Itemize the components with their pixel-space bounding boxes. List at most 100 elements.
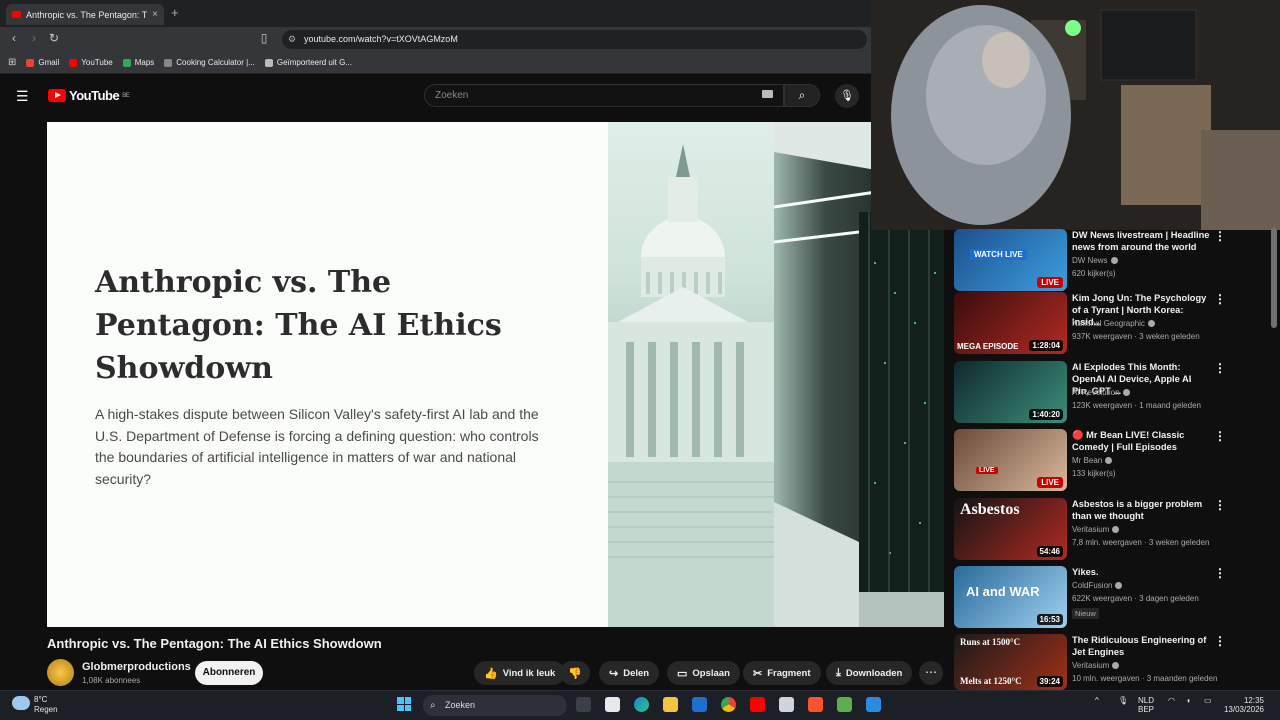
windows-taskbar: 8°C Regen ⌕ Zoeken ^ 🎙 NLD BEP ◠ ◖ ▭ 12:35…	[0, 690, 1280, 720]
channel-avatar[interactable]	[47, 659, 74, 686]
share-button[interactable]: ↪ Delen	[599, 661, 660, 685]
keyboard-icon[interactable]	[762, 90, 773, 98]
wifi-icon[interactable]: ◠	[1168, 696, 1175, 705]
video-thumbnail[interactable]: 1:40:20	[954, 361, 1067, 423]
search-input[interactable]: Zoeken	[424, 84, 784, 107]
recommendation-item[interactable]: Runs at 1500°C Melts at 1250°C 39:24 The Ri…	[954, 634, 1226, 690]
save-button[interactable]: ▭ Opslaan	[667, 661, 740, 685]
video-player[interactable]: Anthropic vs. The Pentagon: The AI Ethic…	[47, 122, 944, 627]
recommendation-item[interactable]: Asbestos 54:46 Asbestos is a bigger proble…	[954, 498, 1226, 560]
video-thumbnail[interactable]: MEGA EPISODE 1:28:04	[954, 292, 1067, 354]
recommendation-item[interactable]: 1:40:20 AI Explodes This Month: OpenAI AI…	[954, 361, 1226, 423]
recommendation-title[interactable]: The Ridiculous Engineering of Jet Engine…	[1072, 634, 1210, 658]
scrollbar[interactable]	[1271, 228, 1277, 328]
dislike-button[interactable]: 👎	[560, 661, 590, 685]
taskbar-search[interactable]: ⌕ Zoeken	[423, 695, 567, 716]
clip-button[interactable]: ✂ Fragment	[743, 661, 821, 685]
bookmark-folder-imported[interactable]: Geïmporteerd uit G...	[264, 58, 352, 67]
bookmark-youtube[interactable]: YouTube	[69, 58, 113, 67]
edge-browser-icon[interactable]	[634, 697, 649, 712]
recommendation-item[interactable]: LIVE LIVE 🔴 Mr Bean LIVE! Classic Comedy |…	[954, 429, 1226, 491]
download-button[interactable]: ⤓ Downloaden	[826, 661, 913, 685]
video-duration: 54:46	[1036, 546, 1063, 557]
browser-tab-strip: Anthropic vs. The Pentagon: T × +	[0, 0, 871, 27]
file-explorer-icon[interactable]	[663, 697, 678, 712]
microphone-tray-icon[interactable]: 🎙	[1118, 696, 1128, 705]
more-actions-button[interactable]: ⋯	[919, 661, 943, 685]
recommendation-title[interactable]: 🔴 Mr Bean LIVE! Classic Comedy | Full Ep…	[1072, 429, 1210, 453]
more-options-icon[interactable]: ⋮	[1214, 361, 1226, 375]
bookmark-maps[interactable]: Maps	[122, 58, 154, 67]
apps-grid-icon[interactable]: ⊞	[8, 57, 16, 68]
bookmark-gmail[interactable]: Gmail	[26, 58, 59, 67]
thumbnail-overlay-text: LIVE	[976, 467, 998, 474]
recommendation-item[interactable]: WATCH LIVE LIVE DW News livestream | Headl…	[954, 229, 1226, 291]
like-button[interactable]: 👍 Vind ik leuk	[474, 661, 566, 685]
more-options-icon[interactable]: ⋮	[1214, 292, 1226, 306]
verified-icon	[1112, 662, 1120, 670]
tab-title: Anthropic vs. The Pentagon: T	[26, 9, 148, 20]
verified-icon	[1112, 526, 1120, 534]
video-thumbnail[interactable]: WATCH LIVE LIVE	[954, 229, 1067, 291]
url-field[interactable]: ⚙ youtube.com/watch?v=tXOVtAGMzoM	[282, 30, 867, 49]
volume-icon[interactable]: ◖	[1186, 696, 1191, 705]
bookmark-icon[interactable]: ▯	[256, 31, 272, 45]
search-button[interactable]: ⌕	[784, 84, 820, 107]
subscribe-button[interactable]: Abonneren	[195, 661, 263, 685]
recommendation-title[interactable]: Yikes.	[1072, 566, 1210, 578]
voice-search-button[interactable]: 🎙	[835, 84, 859, 108]
youtube-logo[interactable]: YouTube BE	[48, 88, 130, 103]
task-view-icon[interactable]	[576, 697, 591, 712]
new-tab-button[interactable]: +	[171, 5, 179, 20]
tray-overflow-icon[interactable]: ^	[1095, 696, 1099, 705]
channel-name: Veritasium	[1072, 525, 1110, 534]
recommendation-title[interactable]: Asbestos is a bigger problem than we tho…	[1072, 498, 1210, 522]
more-options-icon[interactable]: ⋮	[1214, 566, 1226, 580]
back-icon[interactable]: ‹	[6, 31, 22, 45]
channel-name[interactable]: Globmerproductions	[82, 661, 191, 673]
recommendation-channel[interactable]: National Geographic	[1072, 319, 1155, 328]
video-thumbnail[interactable]: LIVE LIVE	[954, 429, 1067, 491]
tab-close-icon[interactable]: ×	[152, 9, 158, 20]
browser-tab[interactable]: Anthropic vs. The Pentagon: T ×	[6, 4, 164, 25]
windows-start-icon[interactable]	[397, 697, 411, 711]
brave-browser-icon[interactable]	[808, 697, 823, 712]
recommendation-channel[interactable]: Veritasium	[1072, 525, 1120, 534]
recommendation-item[interactable]: AI and WAR 16:53 Yikes. ColdFusion 622K weer…	[954, 566, 1226, 628]
recommendation-channel[interactable]: AI Revolution	[1072, 388, 1130, 397]
site-info-icon[interactable]: ⚙	[288, 30, 296, 49]
recommendation-channel[interactable]: ColdFusion	[1072, 581, 1123, 590]
store-icon[interactable]	[866, 697, 881, 712]
recommendation-title[interactable]: DW News livestream | Headline news from …	[1072, 229, 1210, 253]
more-options-icon[interactable]: ⋮	[1214, 634, 1226, 648]
youtube-icon	[69, 58, 78, 67]
recommendation-channel[interactable]: DW News	[1072, 256, 1118, 265]
clock[interactable]: 12:35 13/03/2026	[1218, 696, 1264, 714]
more-options-icon[interactable]: ⋮	[1214, 429, 1226, 443]
forward-icon[interactable]: ›	[26, 31, 42, 45]
video-thumbnail[interactable]: AI and WAR 16:53	[954, 566, 1067, 628]
more-options-icon[interactable]: ⋮	[1214, 229, 1226, 243]
video-thumbnail[interactable]: Runs at 1500°C Melts at 1250°C 39:24	[954, 634, 1067, 690]
recommendation-channel[interactable]: Veritasium	[1072, 661, 1120, 670]
more-options-icon[interactable]: ⋮	[1214, 498, 1226, 512]
thumbnail-overlay-text: AI and WAR	[966, 584, 1040, 599]
menu-icon[interactable]: ☰	[16, 88, 30, 105]
app-icon[interactable]	[837, 697, 852, 712]
outlook-icon[interactable]	[692, 697, 707, 712]
battery-icon[interactable]: ▭	[1204, 696, 1212, 705]
thumbnail-overlay-text: Asbestos	[960, 501, 1020, 518]
webcam-overlay	[871, 0, 1280, 230]
recommendation-channel[interactable]: Mr Bean	[1072, 456, 1113, 465]
language-indicator[interactable]: NLD BEP	[1138, 696, 1154, 714]
reload-icon[interactable]: ↻	[46, 31, 62, 45]
address-bar-row: ‹ › ↻ ▯ ⚙ youtube.com/watch?v=tXOVtAGMzo…	[0, 27, 871, 52]
bookmark-cooking-calculator[interactable]: Cooking Calculator |...	[164, 58, 255, 67]
youtube-app-icon[interactable]	[750, 697, 765, 712]
calendar-app-icon[interactable]	[605, 697, 620, 712]
recommendation-item[interactable]: MEGA EPISODE 1:28:04 Kim Jong Un: The Psyc…	[954, 292, 1226, 354]
chrome-icon[interactable]	[721, 697, 736, 712]
calculator-icon[interactable]	[779, 697, 794, 712]
video-thumbnail[interactable]: Asbestos 54:46	[954, 498, 1067, 560]
weather-cloud-icon[interactable]	[12, 696, 30, 710]
